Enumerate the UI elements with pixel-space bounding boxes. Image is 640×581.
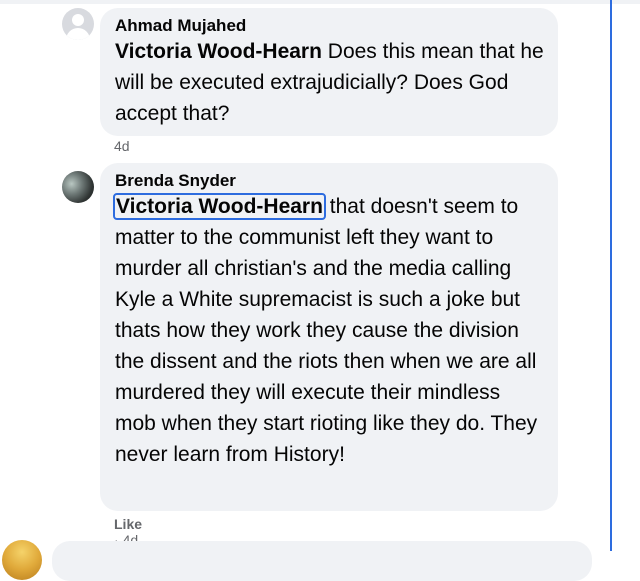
top-divider [0, 0, 640, 4]
comment-text: Victoria Wood-Hearn that doesn't seem to… [113, 191, 544, 470]
default-avatar-icon[interactable] [62, 8, 94, 40]
comment-meta: 4d [114, 138, 130, 154]
avatar-shoulders-shape [66, 28, 90, 40]
comment-text: Victoria Wood-Hearn Does this mean that … [115, 36, 544, 129]
comment-body: that doesn't seem to matter to the commu… [115, 195, 538, 466]
scroll-edge-line [610, 0, 612, 551]
avatar-head-shape [72, 14, 84, 26]
like-button[interactable]: Like [114, 516, 142, 532]
profile-photo[interactable] [62, 171, 94, 203]
mention-link[interactable]: Victoria Wood-Hearn [113, 193, 326, 220]
comment-timestamp[interactable]: 4d [114, 138, 130, 154]
comment-author[interactable]: Brenda Snyder [115, 171, 544, 191]
mention-link[interactable]: Victoria Wood-Hearn [115, 40, 322, 63]
next-comment-avatar[interactable] [2, 540, 42, 580]
comment-author[interactable]: Ahmad Mujahed [115, 16, 544, 36]
comment-bubble: Brenda Snyder Victoria Wood-Hearn that d… [100, 163, 558, 511]
next-comment-bubble [52, 541, 592, 581]
comment-bubble: Ahmad Mujahed Victoria Wood-Hearn Does t… [100, 8, 558, 136]
